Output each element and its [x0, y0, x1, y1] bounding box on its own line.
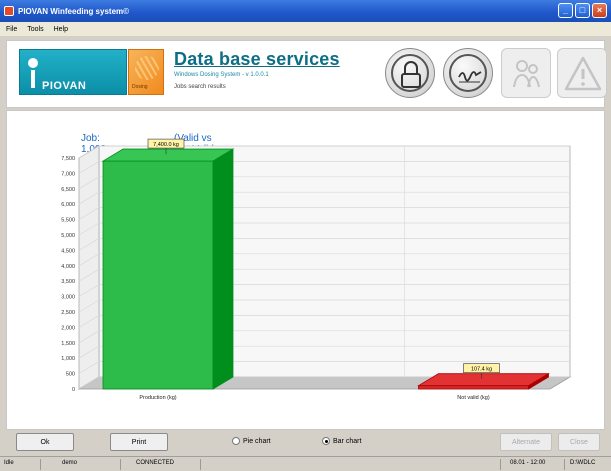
close-button[interactable]: × [592, 3, 607, 18]
bar-top [417, 373, 550, 387]
bar-top [101, 148, 235, 162]
y-tick-label: 6,000 [61, 202, 75, 208]
version-text: Windows Dosing System - v 1.0.0.1 [174, 72, 269, 78]
y-tick-label: 5,000 [61, 233, 75, 239]
piovan-logo: PIOVAN [19, 49, 127, 95]
alternate-button[interactable]: Alternate [500, 433, 552, 451]
menu-file[interactable]: File [6, 26, 17, 33]
window-title: PIOVAN Winfeeding system© [18, 6, 130, 16]
dosing-logo-label: Dosing [132, 84, 148, 90]
maximize-button[interactable]: □ [575, 3, 590, 18]
y-tick-label: 4,500 [61, 248, 75, 254]
status-datetime: 08.01 - 12:00 [510, 460, 546, 466]
wheat-icon [135, 56, 159, 80]
x-tick-label: Production (kg) [139, 395, 176, 401]
page-title: Data base services [174, 49, 340, 69]
padlock-button[interactable] [385, 48, 435, 98]
warning-icon [564, 56, 602, 91]
y-tick-label: 0 [72, 387, 75, 393]
status-user: demo [62, 460, 78, 466]
signature-icon [458, 71, 482, 83]
button-bar: Ok Print Pie chart Bar chart Alternate C… [6, 432, 605, 454]
y-tick-label: 2,000 [61, 325, 75, 331]
header-panel: PIOVAN Dosing Data base services Windows… [6, 40, 607, 108]
brand-name: PIOVAN [42, 80, 87, 92]
title-bar: PIOVAN Winfeeding system© _ □ × [0, 0, 611, 22]
minimize-button[interactable]: _ [558, 3, 573, 18]
data-label: 7,400.0 kg [153, 142, 179, 148]
status-path: D:\WDLC [570, 460, 596, 466]
y-tick-label: 2,500 [61, 310, 75, 316]
print-button[interactable]: Print [110, 433, 168, 451]
data-label: 107.4 kg [471, 367, 492, 373]
bar [102, 160, 214, 390]
warning-button[interactable] [557, 48, 607, 98]
y-tick-label: 6,500 [61, 187, 75, 193]
menu-tools[interactable]: Tools [27, 26, 43, 33]
section-text: Jobs search results [174, 84, 226, 90]
y-tick-label: 3,000 [61, 295, 75, 301]
signature-button[interactable] [443, 48, 493, 98]
bar-chart-radio-circle[interactable] [322, 437, 330, 445]
y-tick-label: 4,000 [61, 264, 75, 270]
menu-help[interactable]: Help [54, 26, 68, 33]
pie-chart-label: Pie chart [243, 437, 271, 445]
ok-button[interactable]: Ok [16, 433, 74, 451]
y-tick-label: 7,500 [61, 156, 75, 162]
y-tick-label: 1,500 [61, 341, 75, 347]
menu-bar: File Tools Help [0, 22, 611, 36]
pie-chart-radio-circle[interactable] [232, 437, 240, 445]
y-tick-label: 1,000 [61, 356, 75, 362]
status-bar: Idle demo CONNECTED 08.01 - 12:00 D:\WDL… [0, 456, 611, 471]
close-dialog-button[interactable]: Close [558, 433, 600, 451]
app-icon [4, 6, 14, 16]
bar-chart-radio[interactable]: Bar chart [322, 437, 361, 445]
status-mode: Idle [4, 460, 14, 466]
people-icon [513, 60, 540, 88]
padlock-icon [401, 61, 421, 88]
dosing-logo: Dosing [128, 49, 164, 95]
report-panel: Job: 1,003 (Valid vs Not Valid productio… [6, 110, 605, 430]
people-button[interactable] [501, 48, 551, 98]
y-tick-label: 3,500 [61, 279, 75, 285]
y-tick-label: 500 [66, 372, 75, 378]
bar [418, 385, 529, 390]
bar-chart-label: Bar chart [333, 437, 362, 445]
bar-side [212, 148, 234, 390]
y-tick-label: 5,500 [61, 218, 75, 224]
bar-chart: 0 500 1,000 1,500 2,000 2,500 3,000 3,500 4,000 4… [61, 138, 572, 401]
x-tick-label: Not valid (kg) [457, 395, 490, 401]
y-tick-label: 7,000 [61, 171, 75, 177]
status-connection: CONNECTED [136, 460, 175, 466]
pie-chart-radio[interactable]: Pie chart [232, 437, 271, 445]
